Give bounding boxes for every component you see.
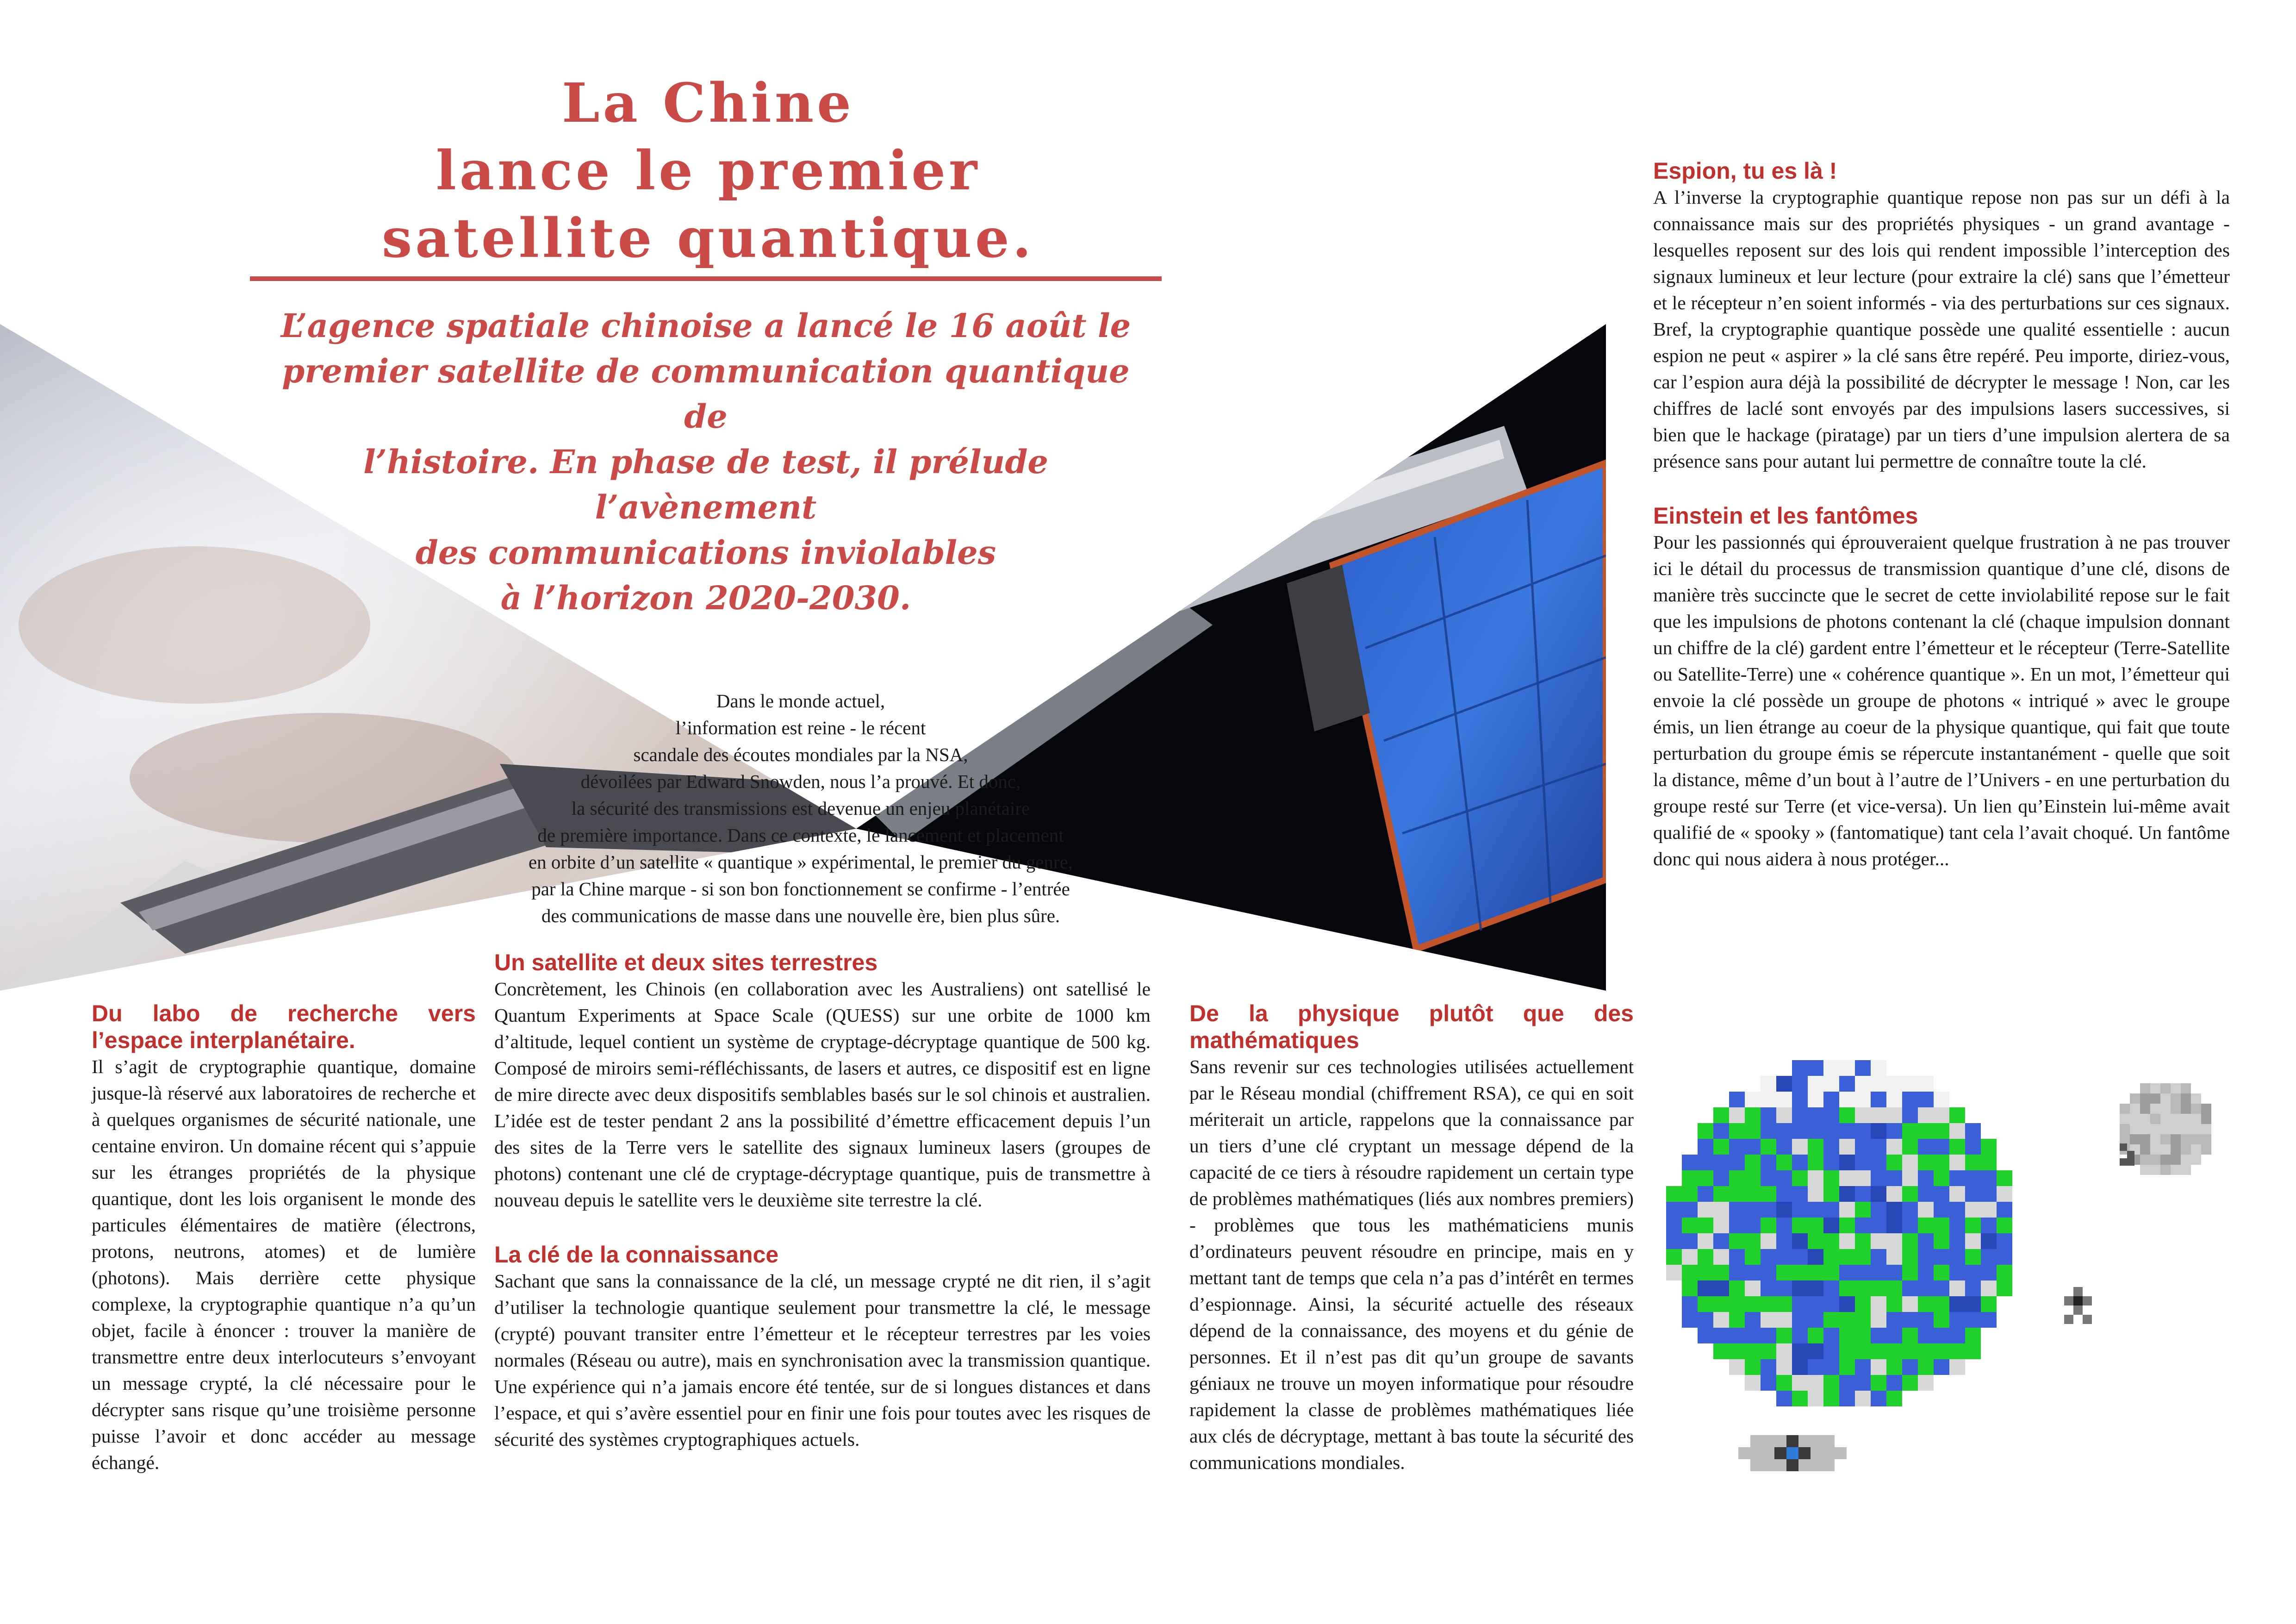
pixel-satellite-icon: [1738, 1435, 1847, 1471]
column-1: Du labo de recherche vers l’espace inter…: [92, 1000, 476, 1476]
intro-line: des communications de masse dans une nou…: [541, 905, 1060, 926]
column-2: Un satellite et deux sites terrestres Co…: [494, 949, 1151, 1453]
title-line-2: lance le premier: [436, 139, 981, 202]
intro-line: l’information est reine - le récent: [675, 717, 926, 738]
title-line-1: La Chine: [562, 72, 854, 135]
section-body-cle: Sachant que sans la connaissance de la c…: [494, 1270, 1151, 1450]
standfirst-line-3: l’histoire. En phase de test, il prélude…: [363, 443, 1048, 526]
intro-line: de première importance. Dans ce contexte…: [537, 824, 1064, 846]
article-title: La Chine lance le premier satellite quan…: [194, 69, 1222, 272]
intro-line: par la Chine marque - si son bon fonctio…: [531, 878, 1070, 899]
section-heading-satellite: Un satellite et deux sites terrestres: [494, 949, 878, 975]
section-heading-physique: De la physique plutôt que des mathématiq…: [1189, 1000, 1634, 1053]
column-4: Espion, tu es là ! A l’inverse la crypto…: [1653, 157, 2230, 872]
standfirst-line-5: à l’horizon 2020-2030.: [500, 579, 911, 617]
section-body-espion: A l’inverse la cryptographie quantique r…: [1653, 187, 2230, 472]
section-body-physique: Sans revenir sur ces technologies utilis…: [1189, 1056, 1634, 1473]
standfirst-line-1: L’agence spatiale chinoise a lancé le 16…: [280, 306, 1131, 345]
title-line-3: satellite quantique.: [381, 207, 1035, 270]
section-heading-espion: Espion, tu es là !: [1653, 158, 1837, 184]
intro-line: en orbite d’un satellite « quantique » e…: [528, 851, 1073, 873]
section-body-einstein: Pour les passionnés qui éprouveraient qu…: [1653, 531, 2230, 869]
section-heading-einstein: Einstein et les fantômes: [1653, 503, 1918, 529]
standfirst: L’agence spatiale chinoise a lancé le 16…: [259, 303, 1152, 621]
column-3: De la physique plutôt que des mathématiq…: [1189, 1000, 1634, 1476]
section-heading-labo: Du labo de recherche vers l’espace inter…: [92, 1000, 476, 1053]
pixel-earth-icon: [1666, 1060, 2012, 1406]
title-divider: [250, 276, 1162, 281]
standfirst-line-2: premier satellite de communication quant…: [282, 352, 1130, 436]
pixel-satellite-small-icon: [2064, 1143, 2134, 1324]
section-heading-cle: La clé de la connaissance: [494, 1242, 779, 1268]
section-body-labo: Il s’agit de cryptographie quantique, do…: [92, 1056, 476, 1473]
intro-line: dévoilées par Edward Snowden, nous l’a p…: [580, 771, 1021, 792]
intro-paragraph: Dans le monde actuel, l’information est …: [458, 687, 1143, 929]
intro-line: scandale des écoutes mondiales par la NS…: [633, 744, 968, 765]
intro-line: la sécurité des transmissions est devenu…: [571, 798, 1030, 819]
intro-line: Dans le monde actuel,: [716, 690, 885, 712]
standfirst-line-4: des communications inviolables: [415, 533, 996, 572]
section-body-satellite: Concrètement, les Chinois (en collaborat…: [494, 978, 1151, 1211]
pixel-earth-illustration: [1666, 1060, 2211, 1471]
